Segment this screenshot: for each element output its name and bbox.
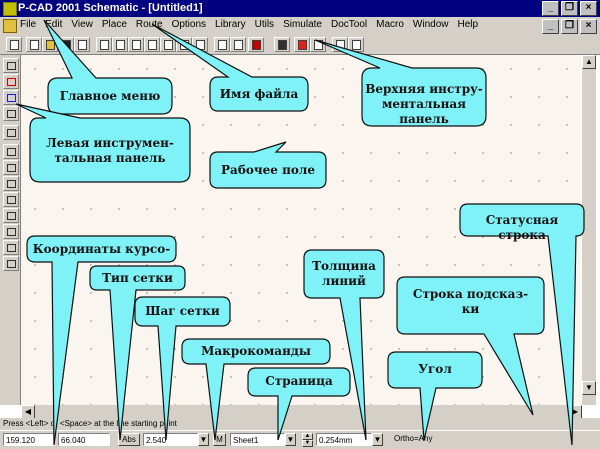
callout-cursor-coords-label: Координаты курсо- (32, 242, 171, 256)
callout-grid-type-label: Тип сетки (102, 271, 173, 285)
callout-angle-label: Угол (418, 362, 452, 376)
callout-line-width-label: Толщина линий (312, 259, 376, 288)
callout-file-name-label: Имя файла (219, 87, 299, 101)
callout-left-toolbar-label: Левая инструмен- тальная панель (46, 136, 174, 165)
callout-top-toolbar-label: Верхняя инстру- ментальная панель (365, 82, 483, 126)
callout-hint-line-label: Строка подсказ- ки (412, 287, 529, 316)
callout-macros-label: Макрокоманды (201, 344, 311, 358)
callout-grid-step-label: Шаг сетки (145, 304, 220, 318)
callout-workspace-label: Рабочее поле (221, 163, 315, 177)
callout-status-line-label: Статусная строка (485, 213, 559, 242)
callout-page-label: Страница (265, 374, 333, 388)
callout-main-menu-label: Главное меню (59, 89, 161, 103)
